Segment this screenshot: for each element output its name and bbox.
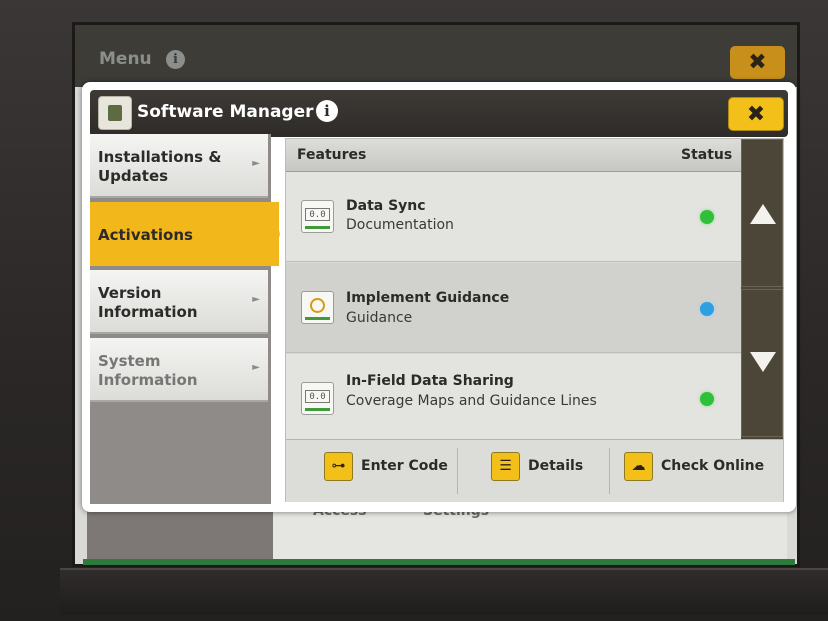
active-indicator: [271, 201, 280, 267]
background-status-line: [83, 559, 795, 565]
dialog-header: Software Manager i ✖: [90, 90, 788, 137]
menu-info-icon[interactable]: i: [166, 50, 185, 69]
sidebar-item-installations-updates[interactable]: Installations & Updates ►: [90, 134, 268, 198]
counter-icon: 0.0: [301, 200, 334, 233]
scroll-down-button[interactable]: [741, 289, 783, 437]
feature-subtitle: Coverage Maps and Guidance Lines: [346, 393, 597, 409]
sidebar-item-system-information[interactable]: System Information ►: [90, 338, 268, 402]
feature-row-in-field-data-sharing[interactable]: 0.0 In-Field Data Sharing Coverage Maps …: [286, 354, 741, 439]
cloud-download-icon: ☁: [624, 452, 653, 481]
sidebar-nav: Installations & Updates ► Activations Ve…: [90, 134, 279, 504]
sidebar-item-label: Version Information: [98, 284, 198, 321]
menu-bar: Menu i ✖: [75, 25, 797, 87]
toolbar-divider: [609, 448, 610, 494]
menu-close-button[interactable]: ✖: [730, 46, 785, 79]
software-manager-icon: [98, 96, 132, 130]
feature-title: Data Sync: [346, 198, 426, 214]
sidebar-item-label: Installations & Updates: [98, 148, 222, 185]
feature-row-implement-guidance[interactable]: Implement Guidance Guidance: [286, 263, 741, 353]
scrollbar[interactable]: [741, 139, 783, 439]
sidebar-item-label: System Information: [98, 352, 198, 389]
sidebar-item-version-information[interactable]: Version Information ►: [90, 270, 268, 334]
close-button[interactable]: ✖: [728, 97, 784, 131]
status-indicator: [700, 302, 714, 316]
action-toolbar: ⊶ Enter Code ☰ Details ☁ Check Online: [286, 439, 783, 502]
feature-subtitle: Documentation: [346, 217, 454, 233]
info-icon[interactable]: i: [316, 100, 338, 122]
chevron-right-icon: ►: [252, 294, 260, 305]
scroll-up-button[interactable]: [741, 139, 783, 287]
details-button[interactable]: ☰ Details: [491, 450, 601, 490]
sidebar-item-label: Activations: [98, 226, 193, 244]
details-label: Details: [528, 458, 584, 474]
feature-row-data-sync[interactable]: 0.0 Data Sync Documentation: [286, 172, 741, 262]
feature-title: In-Field Data Sharing: [346, 373, 514, 389]
enter-code-label: Enter Code: [361, 458, 448, 474]
check-online-label: Check Online: [661, 458, 765, 474]
chevron-right-icon: ►: [252, 362, 260, 373]
key-icon: ⊶: [324, 452, 353, 481]
background-left-panel: [87, 510, 273, 562]
feature-subtitle: Guidance: [346, 310, 413, 326]
menu-title: Menu: [99, 49, 152, 69]
enter-code-button[interactable]: ⊶ Enter Code: [324, 450, 459, 490]
status-indicator: [700, 210, 714, 224]
counter-icon: 0.0: [301, 382, 334, 415]
guidance-icon: [301, 291, 334, 324]
column-header-features: Features: [297, 147, 367, 163]
dialog-title: Software Manager: [137, 102, 314, 122]
arrow-down-icon: [750, 352, 776, 372]
check-online-button[interactable]: ☁ Check Online: [624, 450, 774, 490]
status-indicator: [700, 392, 714, 406]
sidebar-item-activations[interactable]: Activations: [90, 202, 279, 266]
chevron-right-icon: ►: [252, 158, 260, 169]
software-manager-dialog: Software Manager i ✖ Installations & Upd…: [82, 82, 796, 512]
features-panel: Features Status 0.0 Data Sync Documentat…: [285, 138, 784, 502]
document-icon: ☰: [491, 452, 520, 481]
feature-title: Implement Guidance: [346, 290, 510, 306]
column-header-status: Status: [681, 147, 733, 163]
device-bezel-bottom: [60, 568, 828, 615]
arrow-up-icon: [750, 204, 776, 224]
toolbar-divider: [457, 448, 458, 494]
features-table-header: Features Status: [286, 139, 741, 172]
